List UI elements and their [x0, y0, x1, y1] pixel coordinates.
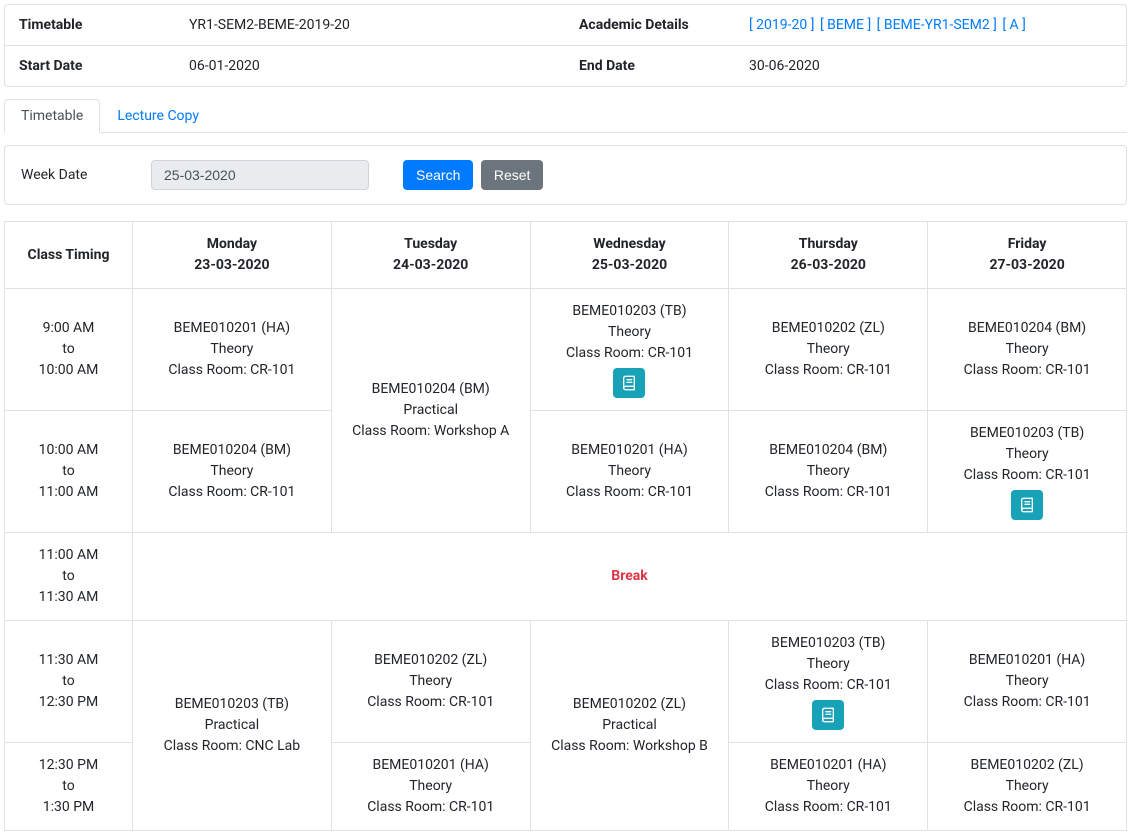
academic-link-sem[interactable]: [ BEME-YR1-SEM2 ]	[877, 17, 997, 33]
academic-links: [ 2019-20 ] [ BEME ] [ BEME-YR1-SEM2 ] […	[735, 5, 1126, 46]
timetable-header-row: Class Timing Monday 23-03-2020 Tuesday 2…	[5, 222, 1127, 289]
timing-cell: 11:00 AM to 11:30 AM	[5, 533, 133, 621]
timing-cell: 10:00 AM to 11:00 AM	[5, 411, 133, 533]
start-date-value: 06-01-2020	[175, 46, 565, 87]
book-icon	[621, 375, 637, 391]
book-icon	[820, 707, 836, 723]
slot-wed-4-5: BEME010202 (ZL) Practical Class Room: Wo…	[530, 621, 729, 831]
slot-fri-4: BEME010201 (HA) Theory Class Room: CR-10…	[928, 621, 1127, 743]
search-panel: Week Date Search Reset	[4, 145, 1127, 205]
start-date-label: Start Date	[5, 46, 175, 87]
day-header-wednesday: Wednesday 25-03-2020	[530, 222, 729, 289]
break-cell: Break	[133, 533, 1127, 621]
day-header-monday: Monday 23-03-2020	[133, 222, 332, 289]
slot-thu-1: BEME010202 (ZL) Theory Class Room: CR-10…	[729, 289, 928, 411]
break-label: Break	[611, 568, 647, 584]
slot-wed-2: BEME010201 (HA) Theory Class Room: CR-10…	[530, 411, 729, 533]
book-icon	[1019, 497, 1035, 513]
slot-mon-2: BEME010204 (BM) Theory Class Room: CR-10…	[133, 411, 332, 533]
academic-label: Academic Details	[565, 5, 735, 46]
reset-button[interactable]: Reset	[481, 160, 544, 190]
slot-fri-5: BEME010202 (ZL) Theory Class Room: CR-10…	[928, 743, 1127, 831]
tab-bar: Timetable Lecture Copy	[4, 99, 1127, 133]
slot-tue-4: BEME010202 (ZL) Theory Class Room: CR-10…	[331, 621, 530, 743]
lecture-button[interactable]	[613, 368, 645, 398]
timing-cell: 9:00 AM to 10:00 AM	[5, 289, 133, 411]
slot-tue-5: BEME010201 (HA) Theory Class Room: CR-10…	[331, 743, 530, 831]
slot-thu-2: BEME010204 (BM) Theory Class Room: CR-10…	[729, 411, 928, 533]
slot-fri-2: BEME010203 (TB) Theory Class Room: CR-10…	[928, 411, 1127, 533]
class-timing-header: Class Timing	[5, 222, 133, 289]
week-date-input[interactable]	[151, 160, 369, 190]
timetable-grid: Class Timing Monday 23-03-2020 Tuesday 2…	[4, 221, 1127, 831]
slot-mon-1: BEME010201 (HA) Theory Class Room: CR-10…	[133, 289, 332, 411]
academic-link-program[interactable]: [ BEME ]	[820, 17, 871, 33]
tab-lecture-copy[interactable]: Lecture Copy	[100, 99, 216, 133]
lecture-button[interactable]	[1011, 490, 1043, 520]
slot-mon-4-5: BEME010203 (TB) Practical Class Room: CN…	[133, 621, 332, 831]
tab-timetable[interactable]: Timetable	[4, 99, 100, 133]
end-date-value: 30-06-2020	[735, 46, 1126, 87]
timetable-value: YR1-SEM2-BEME-2019-20	[175, 5, 565, 46]
details-table: Timetable YR1-SEM2-BEME-2019-20 Academic…	[5, 5, 1126, 86]
academic-link-section[interactable]: [ A ]	[1002, 17, 1026, 33]
week-date-label: Week Date	[21, 167, 151, 183]
timetable-label: Timetable	[5, 5, 175, 46]
day-header-tuesday: Tuesday 24-03-2020	[331, 222, 530, 289]
timing-cell: 12:30 PM to 1:30 PM	[5, 743, 133, 831]
academic-link-year[interactable]: [ 2019-20 ]	[749, 17, 814, 33]
slot-thu-5: BEME010201 (HA) Theory Class Room: CR-10…	[729, 743, 928, 831]
day-header-friday: Friday 27-03-2020	[928, 222, 1127, 289]
day-header-thursday: Thursday 26-03-2020	[729, 222, 928, 289]
slot-tue-1-2: BEME010204 (BM) Practical Class Room: Wo…	[331, 289, 530, 533]
search-button[interactable]: Search	[403, 160, 473, 190]
lecture-button[interactable]	[812, 700, 844, 730]
details-panel: Timetable YR1-SEM2-BEME-2019-20 Academic…	[4, 4, 1127, 87]
timing-cell: 11:30 AM to 12:30 PM	[5, 621, 133, 743]
slot-wed-1: BEME010203 (TB) Theory Class Room: CR-10…	[530, 289, 729, 411]
slot-thu-4: BEME010203 (TB) Theory Class Room: CR-10…	[729, 621, 928, 743]
slot-fri-1: BEME010204 (BM) Theory Class Room: CR-10…	[928, 289, 1127, 411]
end-date-label: End Date	[565, 46, 735, 87]
